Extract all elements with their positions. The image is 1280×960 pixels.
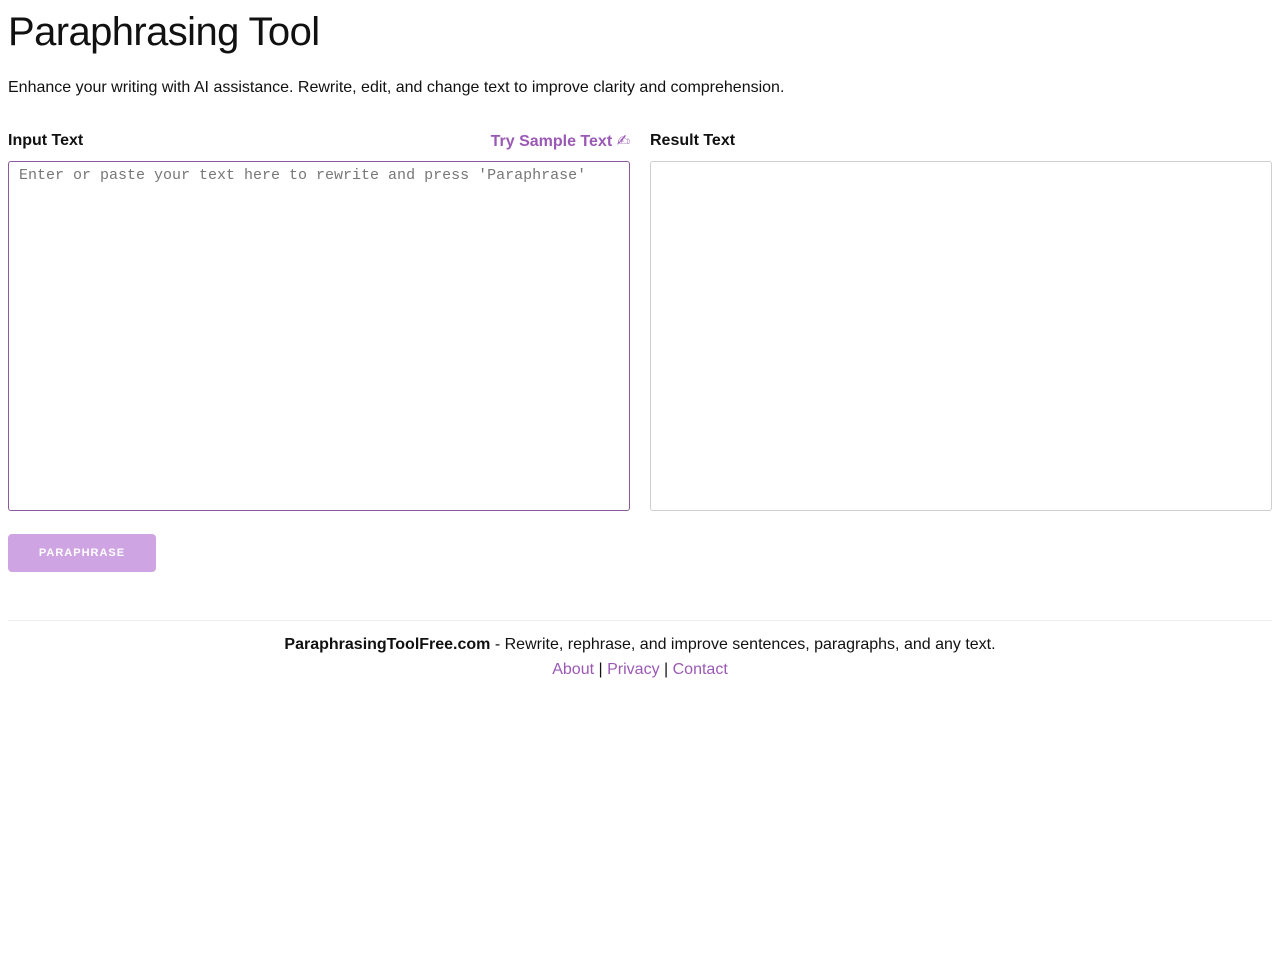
about-link[interactable]: About xyxy=(552,661,594,678)
try-sample-text-label: Try Sample Text xyxy=(490,133,613,150)
footer-links: About | Privacy | Contact xyxy=(8,657,1272,682)
try-sample-text-link[interactable]: Try Sample Text ✍ xyxy=(491,131,630,151)
result-text-box[interactable] xyxy=(650,161,1272,511)
input-panel: Input Text Try Sample Text ✍ xyxy=(8,130,630,511)
input-text-label: Input Text xyxy=(8,132,84,149)
action-row: PARAPHRASE xyxy=(8,534,1272,572)
page-subtitle: Enhance your writing with AI assistance.… xyxy=(8,79,785,96)
footer-separator: | xyxy=(598,661,603,678)
result-text-label: Result Text xyxy=(650,132,736,149)
paraphrase-button[interactable]: PARAPHRASE xyxy=(8,534,156,572)
input-text-field[interactable] xyxy=(8,161,630,511)
footer-tagline: - Rewrite, rephrase, and improve sentenc… xyxy=(490,636,996,653)
editor-panels: Input Text Try Sample Text ✍ Result Text xyxy=(8,130,1272,511)
footer-tagline-line: ParaphrasingToolFree.com - Rewrite, reph… xyxy=(8,632,1272,657)
privacy-link[interactable]: Privacy xyxy=(607,661,659,678)
page-container: Paraphrasing Tool Enhance your writing w… xyxy=(8,0,1272,682)
page-title: Paraphrasing Tool xyxy=(8,10,320,54)
input-panel-header: Input Text Try Sample Text ✍ xyxy=(8,130,630,152)
footer-brand: ParaphrasingToolFree.com xyxy=(284,636,491,653)
writing-hand-icon: ✍ xyxy=(616,133,630,150)
contact-link[interactable]: Contact xyxy=(673,661,728,678)
footer-separator: | xyxy=(664,661,669,678)
footer: ParaphrasingToolFree.com - Rewrite, reph… xyxy=(8,621,1272,682)
result-panel-header: Result Text xyxy=(650,130,1272,152)
result-panel: Result Text xyxy=(650,130,1272,511)
